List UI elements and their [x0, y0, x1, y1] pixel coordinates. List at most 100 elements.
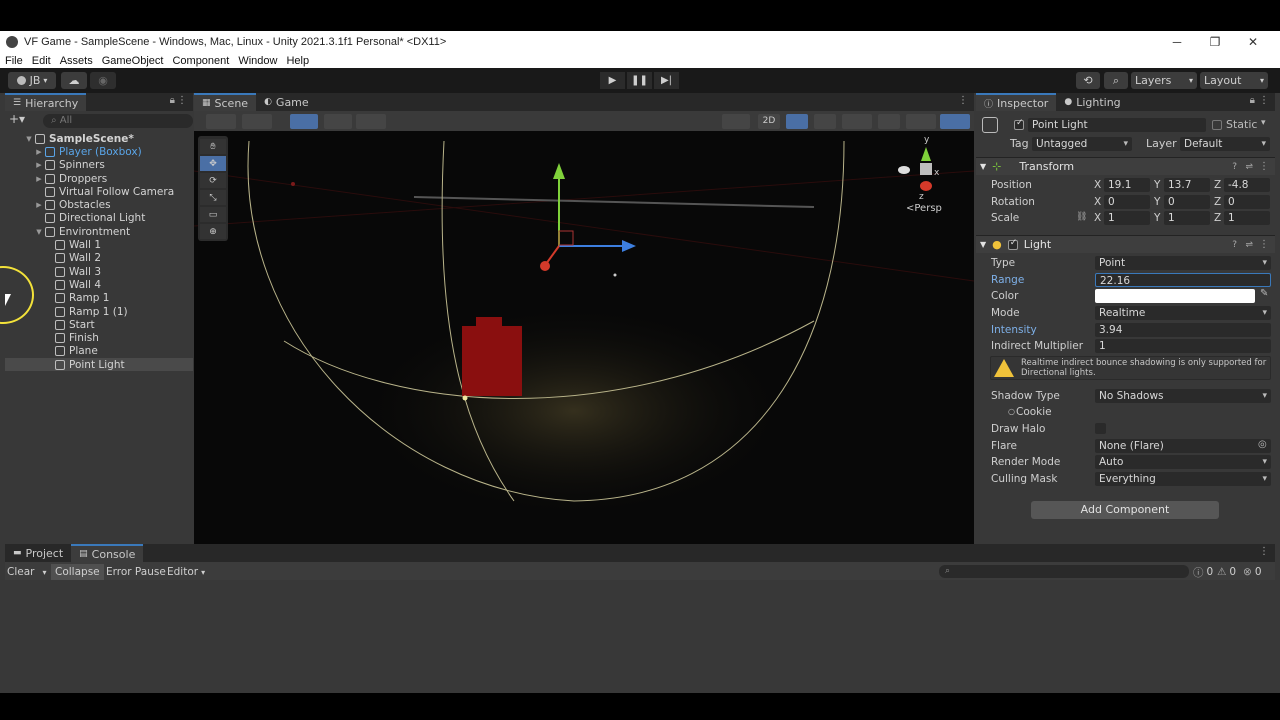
hierarchy-item[interactable]: Wall 1: [5, 238, 193, 251]
expand-arrow-icon[interactable]: ▼: [25, 135, 33, 143]
mode-dropdown[interactable]: Realtime: [1095, 306, 1271, 320]
search-button[interactable]: ⌕: [1104, 72, 1128, 89]
tab-lighting[interactable]: ● Lighting: [1056, 93, 1128, 111]
type-dropdown[interactable]: Point: [1095, 256, 1271, 270]
hierarchy-item[interactable]: Virtual Follow Camera: [5, 185, 193, 198]
hierarchy-item[interactable]: ▶ Obstacles: [5, 199, 193, 212]
transform-header[interactable]: ▼ ⊹ Transform ? ⇌ ⋮: [976, 157, 1275, 175]
expand-arrow-icon[interactable]: ▶: [35, 148, 43, 156]
hierarchy-item[interactable]: ▶ Droppers: [5, 172, 193, 185]
object-name-field[interactable]: Point Light: [1028, 118, 1206, 132]
active-checkbox[interactable]: [1014, 118, 1024, 130]
tab-scene[interactable]: ▦ Scene: [194, 93, 257, 111]
range-field[interactable]: 22.16: [1095, 273, 1271, 287]
gizmo-z-handle[interactable]: [540, 261, 550, 271]
camera-settings-button[interactable]: [906, 114, 936, 129]
hierarchy-item[interactable]: Wall 2: [5, 252, 193, 265]
hierarchy-item[interactable]: ▼ Environtment: [5, 225, 193, 238]
light-header[interactable]: ▼ ● Light ? ⇌ ⋮: [976, 235, 1275, 253]
hierarchy-item[interactable]: Wall 3: [5, 265, 193, 278]
kebab-menu-icon[interactable]: ⋮: [1259, 546, 1269, 557]
effects-button[interactable]: [842, 114, 872, 129]
close-button[interactable]: ✕: [1234, 31, 1272, 53]
orientation-gizmo[interactable]: y x z: [894, 135, 954, 205]
lock-icon[interactable]: 🔒︎: [1250, 95, 1255, 106]
menu-component[interactable]: Component: [167, 55, 233, 67]
increment-snap-button[interactable]: [356, 114, 386, 129]
rotate-tool-button[interactable]: ⟳: [200, 173, 226, 188]
hierarchy-item[interactable]: ▶ Player (Boxbox): [5, 145, 193, 158]
expand-arrow-icon[interactable]: ▶: [35, 161, 43, 169]
intensity-field[interactable]: 3.94: [1095, 323, 1271, 337]
hierarchy-item[interactable]: Directional Light: [5, 212, 193, 225]
tab-console[interactable]: ▤ Console: [71, 544, 144, 562]
error-count-toggle[interactable]: ⊗ 0: [1243, 564, 1262, 580]
help-icon[interactable]: ?: [1232, 240, 1237, 250]
scale-tool-button[interactable]: ⤡: [200, 190, 226, 205]
preset-icon[interactable]: ⇌: [1245, 240, 1253, 250]
gizmos-button[interactable]: [940, 114, 970, 129]
add-component-button[interactable]: Add Component: [1031, 501, 1219, 519]
hierarchy-item[interactable]: Plane: [5, 345, 193, 358]
light-enabled-checkbox[interactable]: [1007, 238, 1018, 250]
transform-tool-button[interactable]: ⊕: [200, 224, 226, 239]
hierarchy-item[interactable]: Point Light: [5, 358, 193, 372]
culling-mask-dropdown[interactable]: Everything: [1095, 472, 1271, 486]
collab-button[interactable]: ◉: [90, 72, 116, 89]
info-count-toggle[interactable]: ⓘ 0: [1193, 564, 1213, 580]
hierarchy-item[interactable]: ▼ SampleScene*: [5, 132, 193, 145]
scale-z-field[interactable]: 1: [1224, 211, 1270, 226]
rect-tool-button[interactable]: ▭: [200, 207, 226, 222]
tab-hierarchy[interactable]: ☰ Hierarchy: [5, 93, 87, 111]
rotation-x-field[interactable]: 0: [1104, 194, 1150, 209]
rotation-z-field[interactable]: 0: [1224, 194, 1270, 209]
draw-mode-button[interactable]: [242, 114, 272, 129]
history-button[interactable]: ⟲: [1076, 72, 1100, 89]
gizmo-y-cone[interactable]: [921, 147, 931, 161]
eyedropper-icon[interactable]: ✎: [1260, 288, 1268, 299]
play-button[interactable]: ▶: [600, 72, 625, 89]
hierarchy-item[interactable]: ▶ Spinners: [5, 159, 193, 172]
gizmo-x-cone[interactable]: [898, 166, 910, 174]
layer-dropdown[interactable]: Default: [1180, 137, 1270, 151]
perspective-label[interactable]: <Persp: [906, 203, 942, 214]
kebab-menu-icon[interactable]: ⋮: [1259, 161, 1269, 172]
scale-x-field[interactable]: 1: [1104, 211, 1150, 226]
tag-dropdown[interactable]: Untagged: [1032, 137, 1132, 151]
menu-gameobject[interactable]: GameObject: [97, 55, 168, 67]
menu-help[interactable]: Help: [281, 55, 313, 67]
position-z-field[interactable]: -4.8: [1224, 178, 1270, 192]
grid-snap-button[interactable]: [324, 114, 352, 129]
render-mode-button[interactable]: [722, 114, 750, 129]
menu-window[interactable]: Window: [233, 55, 281, 67]
menu-assets[interactable]: Assets: [55, 55, 97, 67]
hierarchy-item[interactable]: Ramp 1 (1): [5, 305, 193, 318]
hierarchy-search-input[interactable]: ⌕ All: [43, 114, 193, 128]
kebab-menu-icon[interactable]: ⋮: [1259, 239, 1269, 250]
draw-halo-checkbox[interactable]: [1095, 423, 1106, 434]
lighting-toggle-button[interactable]: [786, 114, 808, 129]
kebab-menu-icon[interactable]: ⋮: [958, 95, 968, 106]
shadow-type-dropdown[interactable]: No Shadows: [1095, 389, 1271, 403]
gizmo-y-arrow[interactable]: [553, 163, 565, 179]
rotation-y-field[interactable]: 0: [1164, 194, 1210, 209]
flare-field[interactable]: None (Flare): [1095, 439, 1271, 453]
clear-button[interactable]: Clear ▾: [7, 564, 46, 580]
help-icon[interactable]: ?: [1232, 162, 1237, 172]
kebab-menu-icon[interactable]: ⋮: [177, 95, 187, 106]
position-x-field[interactable]: 19.1: [1104, 178, 1150, 192]
layers-dropdown[interactable]: Layers ▾: [1131, 72, 1197, 89]
collapse-toggle[interactable]: Collapse: [51, 564, 104, 580]
scene-viewport[interactable]: ✋︎ ✥ ⟳ ⤡ ▭ ⊕ y x z <Persp: [194, 131, 974, 544]
toggle-2d-button[interactable]: 2D: [758, 114, 780, 129]
gizmo-plane-handle[interactable]: [558, 230, 574, 246]
expand-arrow-icon[interactable]: ▶: [35, 175, 43, 183]
cloud-button[interactable]: ☁: [61, 72, 87, 89]
pause-button[interactable]: ❚❚: [627, 72, 652, 89]
indirect-multiplier-field[interactable]: 1: [1095, 339, 1271, 353]
chevron-down-icon[interactable]: ▾: [1261, 118, 1266, 128]
tab-game[interactable]: ◐ Game: [256, 93, 317, 111]
constrain-proportions-icon[interactable]: ⛓: [1076, 212, 1087, 222]
tab-project[interactable]: ▬ Project: [5, 544, 71, 562]
gizmo-x-arrow[interactable]: [622, 240, 636, 252]
